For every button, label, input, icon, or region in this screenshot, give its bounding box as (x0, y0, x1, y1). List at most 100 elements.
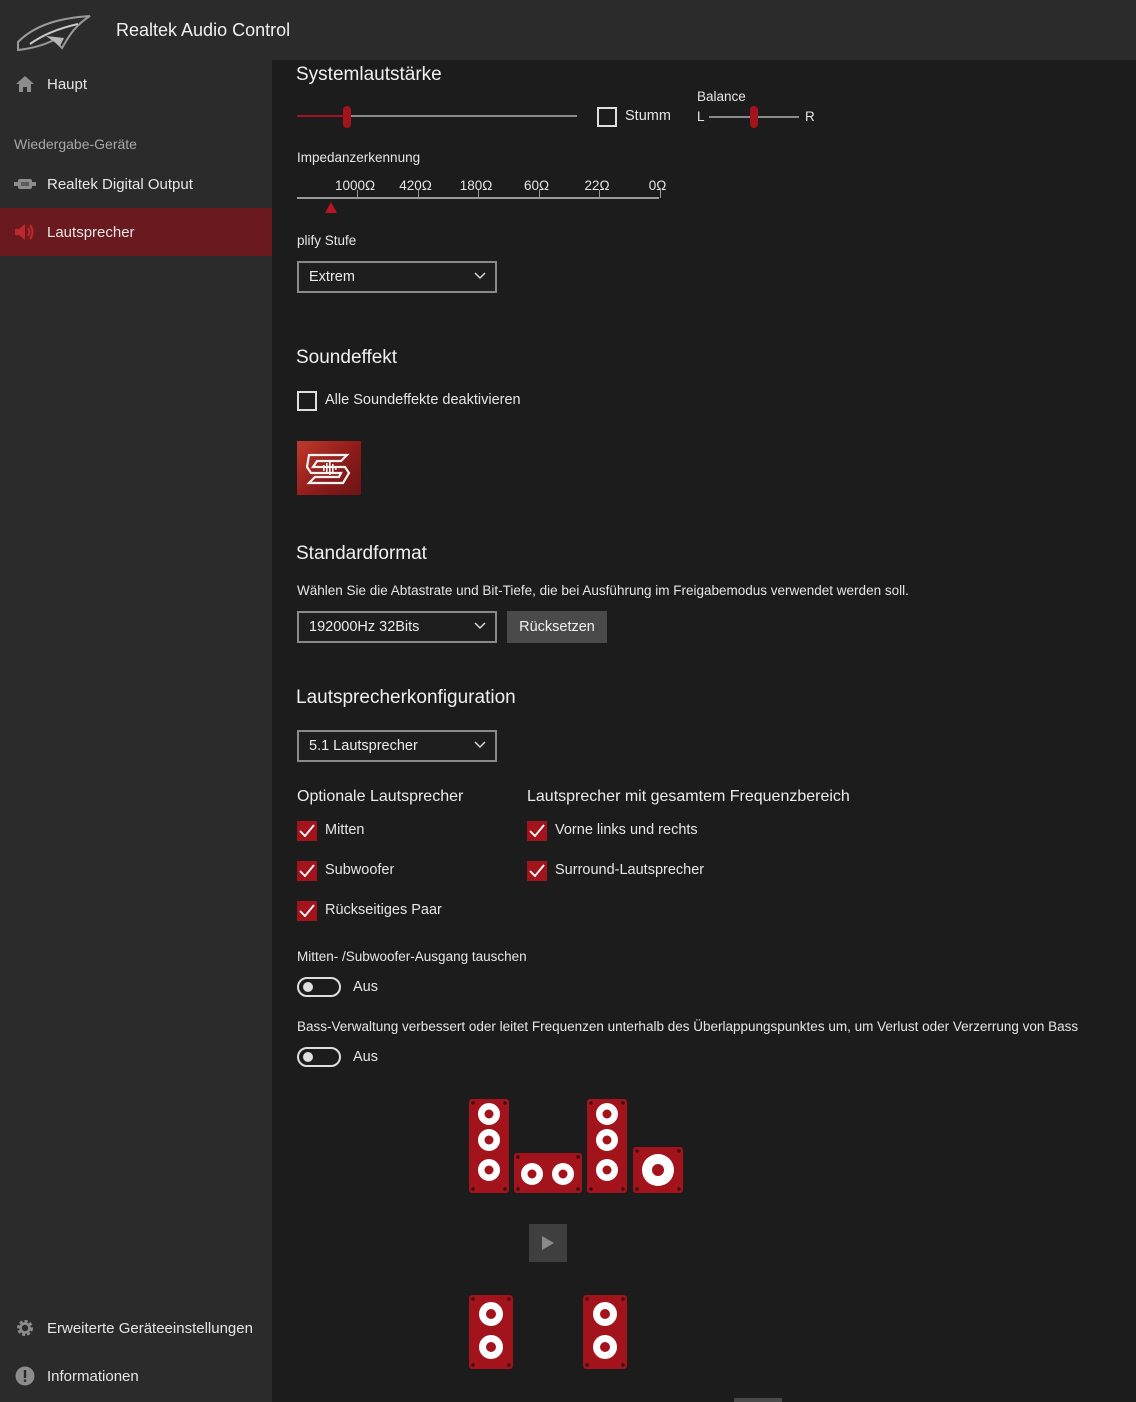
reset-button[interactable]: Rücksetzen (507, 611, 607, 643)
impedance-tick-label: 420Ω (399, 178, 432, 193)
rog-logo-icon (17, 15, 91, 52)
impedance-tick-label: 60Ω (523, 178, 550, 193)
center-speaker-icon[interactable] (513, 1152, 583, 1194)
center-speaker-checkbox[interactable] (297, 821, 317, 841)
impedance-label: Impedanzerkennung (297, 150, 421, 165)
sidebar-item-digital-output[interactable]: Realtek Digital Output (0, 160, 272, 208)
section-label: Wiedergabe-Geräte (14, 136, 137, 152)
bass-management-label: Bass-Verwaltung verbessert oder leitet F… (297, 1019, 1079, 1034)
sidebar-item-main[interactable]: Haupt (0, 60, 272, 108)
checkmark-icon (529, 864, 545, 878)
chevron-down-icon (474, 741, 486, 749)
system-volume-title: Systemlautstärke (296, 64, 442, 85)
fullrange-speakers-title: Lautsprecher mit gesamtem Frequenzbereic… (527, 788, 850, 805)
test-play-button[interactable] (529, 1224, 567, 1262)
subwoofer-checkbox[interactable] (297, 861, 317, 881)
chevron-down-icon (474, 622, 486, 630)
speaker-icon (14, 221, 36, 243)
speaker-config-dropdown[interactable]: 5.1 Lautsprecher (297, 730, 497, 762)
toggle-knob (303, 982, 313, 992)
impedance-tick-mark (599, 190, 600, 198)
rear-pair-label: Rückseitiges Paar (325, 902, 442, 918)
impedance-tick-mark (357, 190, 358, 198)
balance-label: Balance (697, 89, 746, 104)
impedance-tick-label: 180Ω (459, 178, 493, 193)
subwoofer-speaker-icon[interactable] (632, 1146, 684, 1194)
amplify-level-label: plify Stufe (297, 233, 357, 248)
speaker-config-title: Lautsprecherkonfiguration (296, 687, 516, 708)
rear-left-speaker-icon[interactable] (468, 1294, 514, 1370)
impedance-tick-label: 1000Ω (334, 178, 376, 193)
info-icon (14, 1365, 36, 1387)
bass-management-toggle[interactable] (297, 1047, 341, 1067)
surround-label: Surround-Lautsprecher (555, 862, 705, 878)
bass-management-state: Aus (353, 1049, 378, 1065)
center-speaker-label: Mitten (325, 822, 365, 838)
sidebar-item-speaker[interactable]: Lautsprecher (0, 208, 272, 256)
front-lr-label: Vorne links und rechts (555, 822, 698, 838)
amplify-level-value: Extrem (309, 269, 355, 285)
sonic-studio-button[interactable] (297, 441, 361, 495)
sidebar-item-label: Haupt (47, 75, 88, 93)
balance-slider[interactable] (709, 106, 799, 128)
volume-slider-fill (297, 115, 347, 117)
format-value: 192000Hz 32Bits (309, 619, 420, 635)
sidebar: Haupt Wiedergabe-Geräte Realtek Digital … (0, 60, 272, 1402)
mute-label: Stumm (625, 108, 671, 124)
main-panel: Systemlautstärke Stumm Balance L R Imped… (272, 60, 1136, 1402)
sidebar-item-label: Realtek Digital Output (47, 175, 193, 193)
chevron-down-icon (474, 272, 486, 280)
front-lr-checkbox[interactable] (527, 821, 547, 841)
disable-all-effects-checkbox[interactable] (297, 391, 317, 411)
play-icon (542, 1236, 554, 1250)
impedance-tick-mark (478, 190, 479, 198)
title-bar: Realtek Audio Control (0, 0, 1136, 60)
balance-right-label: R (805, 109, 815, 124)
speaker-layout-diagram (468, 1098, 688, 1378)
sidebar-item-advanced-settings[interactable]: Erweiterte Geräteeinstellungen (0, 1304, 272, 1352)
format-dropdown[interactable]: 192000Hz 32Bits (297, 611, 497, 643)
impedance-tick-mark (417, 190, 419, 198)
scroll-indicator[interactable] (734, 1398, 782, 1402)
impedance-tick-mark (659, 190, 661, 198)
front-right-speaker-icon[interactable] (586, 1098, 628, 1194)
app-title: Realtek Audio Control (116, 20, 291, 40)
disable-all-effects-label: Alle Soundeffekte deaktivieren (325, 392, 521, 408)
mute-checkbox[interactable] (597, 107, 617, 127)
volume-slider-thumb[interactable] (343, 106, 351, 128)
checkmark-icon (299, 864, 315, 878)
surround-checkbox[interactable] (527, 861, 547, 881)
checkmark-icon (299, 824, 315, 838)
impedance-marker-icon (325, 202, 337, 213)
default-format-title: Standardformat (296, 543, 427, 564)
toggle-knob (303, 1052, 313, 1062)
speaker-config-value: 5.1 Lautsprecher (309, 738, 418, 754)
digital-output-icon (14, 173, 36, 195)
balance-left-label: L (697, 109, 705, 124)
front-left-speaker-icon[interactable] (468, 1098, 510, 1194)
sonic-studio-icon (305, 453, 351, 485)
impedance-tick-label: 0Ω (648, 178, 667, 193)
amplify-level-dropdown[interactable]: Extrem (297, 261, 497, 293)
sidebar-item-label: Erweiterte Geräteeinstellungen (47, 1319, 253, 1337)
impedance-tick-label: 22Ω (584, 178, 610, 193)
home-icon (14, 73, 36, 95)
rear-right-speaker-icon[interactable] (582, 1294, 628, 1370)
gear-icon (14, 1317, 36, 1339)
sound-effect-title: Soundeffekt (296, 347, 398, 368)
impedance-tick-mark (538, 190, 540, 198)
sidebar-item-label: Informationen (47, 1367, 139, 1385)
default-format-description: Wählen Sie die Abtastrate und Bit-Tiefe,… (297, 583, 909, 598)
sidebar-item-information[interactable]: Informationen (0, 1352, 272, 1400)
checkmark-icon (529, 824, 545, 838)
rear-pair-checkbox[interactable] (297, 901, 317, 921)
checkmark-icon (299, 904, 315, 918)
sidebar-item-label: Lautsprecher (47, 223, 135, 241)
balance-slider-thumb[interactable] (750, 106, 758, 128)
swap-output-state: Aus (353, 979, 378, 995)
impedance-scale: 1000Ω 420Ω 180Ω 60Ω 22Ω 0Ω (297, 178, 667, 218)
optional-speakers-title: Optionale Lautsprecher (297, 788, 464, 805)
subwoofer-label: Subwoofer (325, 862, 395, 878)
volume-slider[interactable] (297, 106, 577, 128)
swap-output-toggle[interactable] (297, 977, 341, 997)
